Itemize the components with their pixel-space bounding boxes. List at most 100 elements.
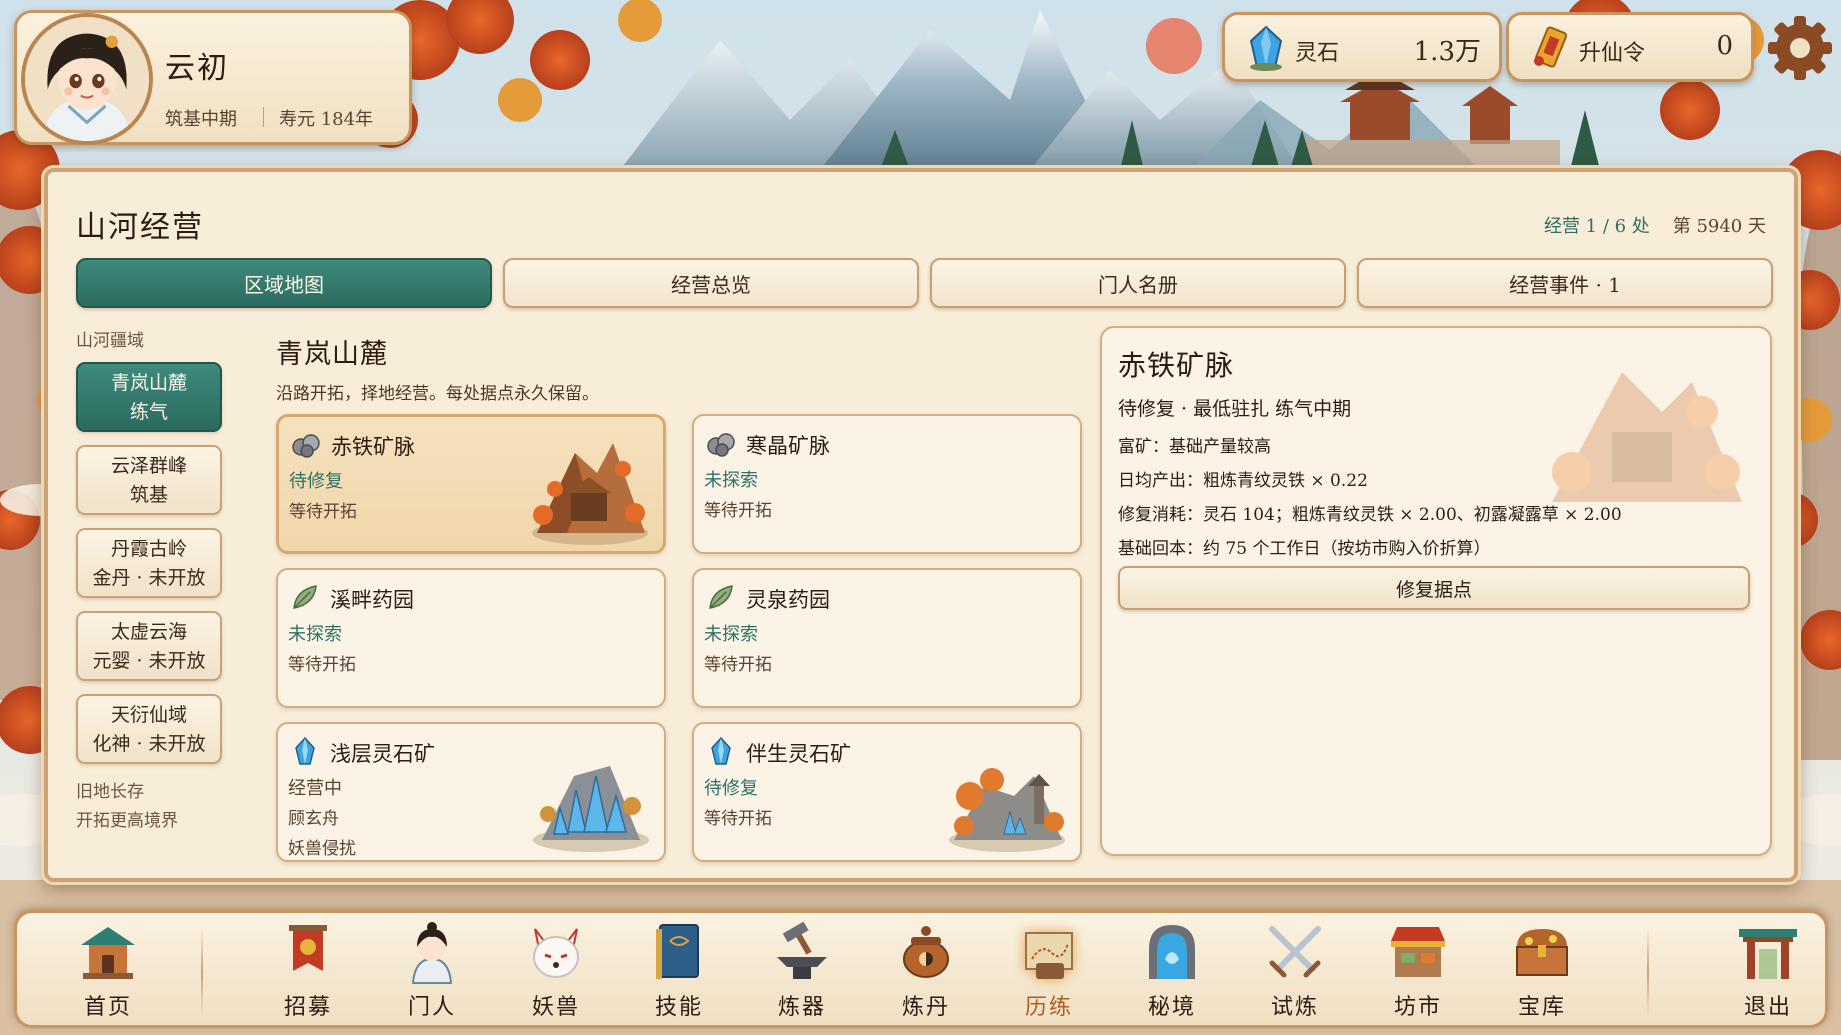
skill-book-icon <box>656 924 699 979</box>
settings-gear-icon[interactable] <box>1766 14 1834 82</box>
spirit-crystal-icon <box>711 736 731 765</box>
anvil-hammer-icon <box>777 921 827 979</box>
player-name: 云初 <box>165 51 229 86</box>
site-warning: 妖兽侵扰 <box>288 839 356 859</box>
player-card[interactable]: 云初 筑基中期 寿元 184年 <box>14 10 412 145</box>
nav-label: 招募 <box>283 995 332 1020</box>
resource-spirit-stone[interactable]: 灵石 1.3万 <box>1222 12 1502 82</box>
nav-market[interactable]: 坊市 <box>1373 919 1463 1023</box>
nav-label: 技能 <box>654 995 703 1020</box>
region-tier: 化神 · 未开放 <box>92 733 206 755</box>
spirit-crystal-icon <box>295 736 315 765</box>
disciple-icon <box>411 922 453 984</box>
repair-site-button[interactable]: 修复据点 <box>1118 566 1750 610</box>
player-realm: 筑基中期 <box>165 109 237 130</box>
nav-home[interactable]: 首页 <box>63 919 153 1023</box>
resource-value: 0 <box>1716 31 1733 61</box>
nav-exit[interactable]: 退出 <box>1723 919 1813 1023</box>
panel-meta: 经营 1 / 6 处 第 5940 天 <box>1544 212 1766 238</box>
site-info: 等待开拓 <box>704 655 772 675</box>
sidebar-item-yunze[interactable]: 云泽群峰 筑基 <box>76 445 222 515</box>
sidebar-item-tianyan[interactable]: 天衍仙域 化神 · 未开放 <box>76 694 222 764</box>
nav-label: 炼器 <box>777 995 826 1020</box>
site-card-qianceng[interactable]: 浅层灵石矿 经营中 顾玄舟 妖兽侵扰 <box>276 722 666 862</box>
crystal-mine-illustration-icon <box>533 766 649 852</box>
nav-experience[interactable]: 历练 <box>1004 919 1094 1023</box>
portrait-icon <box>25 17 149 141</box>
site-card-xipan[interactable]: 溪畔药园 未探索 等待开拓 <box>276 568 666 708</box>
sidebar-note: 开拓更高境界 <box>76 811 178 831</box>
nav-alchemy[interactable]: 炼丹 <box>881 919 971 1023</box>
tab-events[interactable]: 经营事件 · 1 <box>1357 258 1773 308</box>
sidebar-item-danxia[interactable]: 丹霞古岭 金丹 · 未开放 <box>76 528 222 598</box>
nav-label: 坊市 <box>1393 995 1442 1020</box>
crossed-swords-icon <box>1269 926 1321 978</box>
gate-exit-icon <box>1739 929 1797 979</box>
site-name: 寒晶矿脉 <box>746 434 830 458</box>
site-info: 等待开拓 <box>704 809 772 829</box>
region-name: 太虚云海 <box>110 621 187 643</box>
nav-secret-realm[interactable]: 秘境 <box>1127 919 1217 1023</box>
fox-beast-icon <box>533 928 579 978</box>
divider <box>263 107 264 127</box>
site-status: 经营中 <box>288 778 342 799</box>
nav-disciples[interactable]: 门人 <box>387 919 477 1023</box>
detail-richness: 富矿：基础产量较高 <box>1118 437 1271 457</box>
resource-label: 灵石 <box>1295 41 1340 66</box>
nav-label: 秘境 <box>1147 995 1196 1020</box>
sidebar-note: 旧地长存 <box>76 782 144 802</box>
tab-region-map[interactable]: 区域地图 <box>76 258 492 308</box>
nav-label: 历练 <box>1024 995 1073 1020</box>
site-status: 待修复 <box>289 471 343 492</box>
detail-repair-cost: 修复消耗：灵石 104；粗炼青纹灵铁 × 2.00、初露凝露草 × 2.00 <box>1118 505 1622 525</box>
pavilion-home-icon <box>81 927 135 979</box>
nav-treasury[interactable]: 宝库 <box>1497 919 1587 1023</box>
player-avatar[interactable] <box>21 13 153 145</box>
nav-label: 退出 <box>1743 995 1792 1020</box>
mine-illustration-icon <box>1552 372 1742 502</box>
region-tier: 练气 <box>129 401 168 423</box>
ascension-token-icon <box>1534 26 1568 68</box>
herb-leaf-icon <box>709 585 733 609</box>
shrine-mine-illustration-icon <box>949 768 1065 852</box>
divider <box>201 927 203 1017</box>
nav-forging[interactable]: 炼器 <box>757 919 847 1023</box>
area-title: 青岚山麓 <box>276 339 388 370</box>
resource-label: 升仙令 <box>1579 41 1646 66</box>
site-status: 未探索 <box>704 470 758 491</box>
resource-ascension-token[interactable]: 升仙令 0 <box>1506 12 1754 82</box>
site-status: 未探索 <box>288 624 342 645</box>
tab-disciple-roster[interactable]: 门人名册 <box>930 258 1346 308</box>
nav-skills[interactable]: 技能 <box>634 919 724 1023</box>
area-description: 沿路开拓，择地经营。每处据点永久保留。 <box>276 384 599 404</box>
site-card-bansheng[interactable]: 伴生灵石矿 待修复 等待开拓 <box>692 722 1082 862</box>
nav-label: 首页 <box>83 995 132 1020</box>
site-card-chitie[interactable]: 赤铁矿脉 待修复 等待开拓 <box>276 414 666 554</box>
site-name: 伴生灵石矿 <box>746 742 851 766</box>
tab-overview[interactable]: 经营总览 <box>503 258 919 308</box>
nav-recruit[interactable]: 招募 <box>263 919 353 1023</box>
region-name: 青岚山麓 <box>110 372 187 394</box>
sidebar-item-qinglan[interactable]: 青岚山麓 练气 <box>76 362 222 432</box>
map-scroll-icon <box>1025 932 1073 979</box>
cauldron-icon <box>903 926 949 978</box>
sidebar-item-taixu[interactable]: 太虚云海 元婴 · 未开放 <box>76 611 222 681</box>
market-stall-icon <box>1391 927 1445 977</box>
site-name: 溪畔药园 <box>330 588 414 612</box>
site-status: 未探索 <box>704 624 758 645</box>
day-counter: 第 5940 天 <box>1672 216 1766 237</box>
divider <box>1647 927 1649 1017</box>
region-tier: 金丹 · 未开放 <box>92 567 206 589</box>
ore-icon <box>292 434 320 458</box>
nav-beasts[interactable]: 妖兽 <box>511 919 601 1023</box>
nav-label: 妖兽 <box>531 995 580 1020</box>
detail-output: 日均产出：粗炼青纹灵铁 × 0.22 <box>1118 471 1368 491</box>
mine-illustration-icon <box>532 443 648 545</box>
site-keeper: 顾玄舟 <box>288 809 339 829</box>
site-card-hanjing[interactable]: 寒晶矿脉 未探索 等待开拓 <box>692 414 1082 554</box>
nav-label: 炼丹 <box>901 995 950 1020</box>
site-name: 赤铁矿脉 <box>331 435 415 459</box>
nav-trial[interactable]: 试炼 <box>1250 919 1340 1023</box>
site-card-lingquan[interactable]: 灵泉药园 未探索 等待开拓 <box>692 568 1082 708</box>
detail-payback: 基础回本：约 75 个工作日（按坊市购入价折算） <box>1118 539 1491 559</box>
